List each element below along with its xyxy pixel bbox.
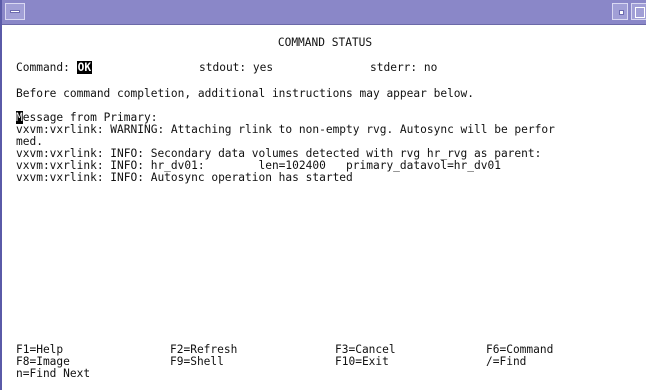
stderr-status: stderr: no <box>370 61 438 74</box>
command-label: Command: <box>16 61 70 74</box>
f9-shell-key[interactable]: F9=Shell <box>170 356 224 368</box>
instructions-note: Before command completion, additional in… <box>16 87 475 100</box>
window-menu-button[interactable] <box>5 3 25 20</box>
command-status-row: Command: OK <box>16 61 93 74</box>
output-line: vxvm:vxrlink: INFO: Autosync operation h… <box>16 171 353 184</box>
terminal-screen[interactable]: COMMAND STATUS Command: OK stdout: yes s… <box>4 25 646 390</box>
minimize-icon <box>619 10 624 15</box>
command-ok-badge: OK <box>76 61 93 74</box>
screen-title: COMMAND STATUS <box>277 36 373 49</box>
find-key[interactable]: /=Find <box>486 356 526 368</box>
minimize-button[interactable] <box>612 3 628 20</box>
f10-exit-key[interactable]: F10=Exit <box>335 356 389 368</box>
window-menu-icon <box>10 10 20 13</box>
maximize-button[interactable] <box>631 3 646 20</box>
maximize-icon <box>635 7 645 18</box>
output-line: vxvm:vxrlink: WARNING: Attaching rlink t… <box>16 123 555 136</box>
terminal-window: COMMAND STATUS Command: OK stdout: yes s… <box>0 0 646 390</box>
find-next-key[interactable]: n=Find Next <box>16 368 90 380</box>
stdout-status: stdout: yes <box>199 61 274 74</box>
window-titlebar[interactable] <box>2 0 646 25</box>
